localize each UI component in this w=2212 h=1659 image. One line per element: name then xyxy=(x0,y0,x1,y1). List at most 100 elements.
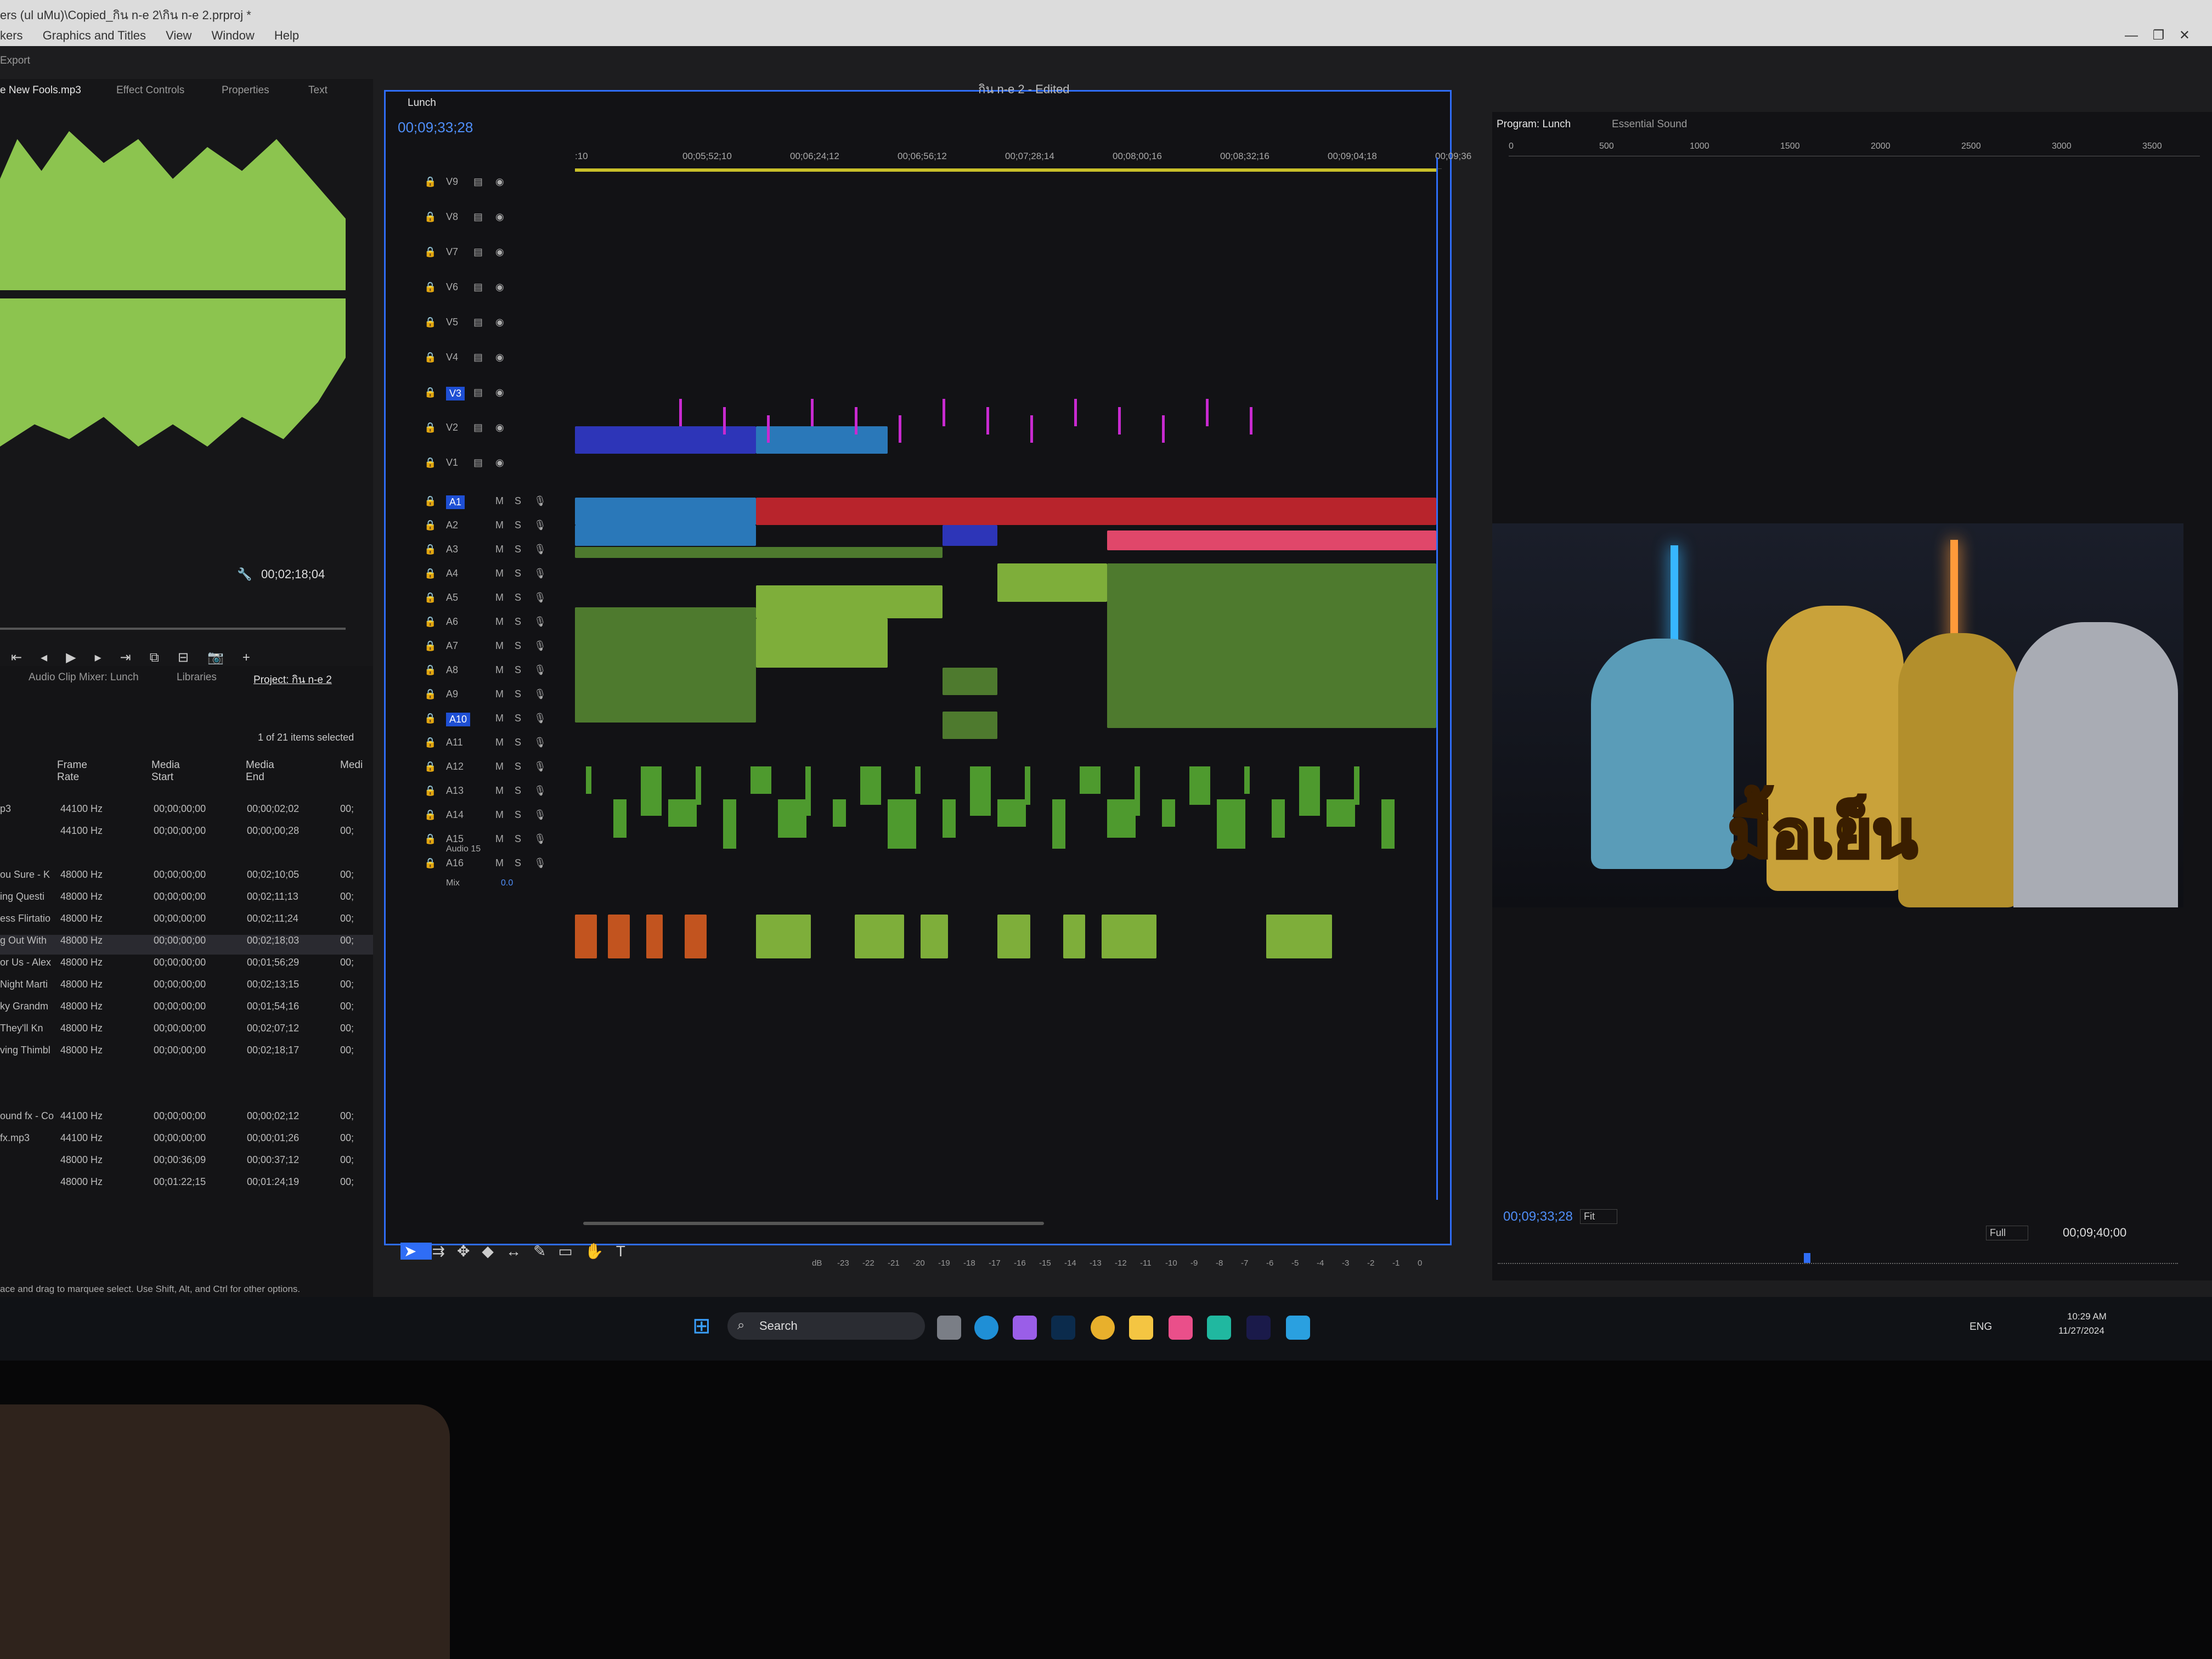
project-list-item[interactable]: p3 44100 Hz 00;00;00;00 00;00;02;02 00; xyxy=(0,803,373,823)
timeline-clip[interactable] xyxy=(668,799,697,827)
tab-essential-sound[interactable]: Essential Sound xyxy=(1612,119,1687,131)
project-list-item[interactable]: or Us - Alex 48000 Hz 00;00;00;00 00;01;56;… xyxy=(0,957,373,977)
export-tab[interactable]: Export xyxy=(0,55,30,67)
eye-icon[interactable]: ◉ xyxy=(495,281,504,293)
razor-tool-icon[interactable]: ◆ xyxy=(482,1243,506,1260)
project-list-item[interactable]: 48000 Hz 00;01:22;15 00;01:24;19 00; xyxy=(0,1176,373,1196)
eye-icon[interactable]: ◉ xyxy=(495,387,504,398)
timeline-clip[interactable] xyxy=(1299,766,1320,816)
timeline-clip[interactable] xyxy=(970,766,991,816)
timeline-clip[interactable] xyxy=(1381,799,1395,849)
insert-icon[interactable]: ⧉ xyxy=(150,650,178,665)
solo-button[interactable]: S xyxy=(515,664,521,676)
project-list-item[interactable]: 44100 Hz 00;00;00;00 00;00;00;28 00; xyxy=(0,825,373,845)
tab-properties[interactable]: Properties xyxy=(222,84,269,97)
type-tool-icon[interactable]: T xyxy=(616,1243,637,1260)
timeline-clip[interactable] xyxy=(1107,531,1436,550)
col-media-duration[interactable]: Medi xyxy=(340,759,363,771)
track-label[interactable]: V1 xyxy=(446,457,458,469)
timeline-clip[interactable] xyxy=(1063,915,1085,958)
lock-icon[interactable]: 🔒 xyxy=(424,737,436,748)
timeline-timecode[interactable]: 00;09;33;28 xyxy=(398,119,473,136)
overwrite-icon[interactable]: ⊟ xyxy=(178,650,207,665)
lock-icon[interactable]: 🔒 xyxy=(424,422,436,433)
hand-tool-icon[interactable]: ✋ xyxy=(585,1243,616,1260)
fit-dropdown[interactable]: Fit xyxy=(1580,1209,1617,1224)
track-label[interactable]: A15 xyxy=(446,833,464,845)
eye-icon[interactable]: ◉ xyxy=(495,246,504,258)
timeline-scrollbar[interactable] xyxy=(583,1222,1044,1225)
solo-button[interactable]: S xyxy=(515,495,521,507)
film-icon[interactable]: ▤ xyxy=(473,457,483,469)
timeline-clip[interactable] xyxy=(997,915,1030,958)
edge-icon[interactable] xyxy=(974,1316,998,1340)
resolution-dropdown[interactable]: Full xyxy=(1986,1226,2029,1240)
menu-graphics[interactable]: Graphics and Titles xyxy=(43,29,146,42)
lock-icon[interactable]: 🔒 xyxy=(424,640,436,652)
lock-icon[interactable]: 🔒 xyxy=(424,592,436,603)
track-label[interactable]: A14 xyxy=(446,809,464,821)
timeline-clip[interactable] xyxy=(805,766,811,816)
timeline-clip[interactable] xyxy=(756,618,888,668)
step-forward-icon[interactable]: ⇥ xyxy=(120,650,150,665)
track-select-icon[interactable]: ⇉ xyxy=(432,1243,456,1260)
mute-button[interactable]: M xyxy=(495,737,504,748)
timeline-clip[interactable] xyxy=(915,766,921,794)
solo-button[interactable]: S xyxy=(515,689,521,700)
project-list-item[interactable]: Night Marti 48000 Hz 00;00;00;00 00;02;13;1… xyxy=(0,979,373,998)
clock-date[interactable]: 11/27/2024 xyxy=(2058,1325,2104,1336)
mute-button[interactable]: M xyxy=(495,761,504,772)
timeline-clip[interactable] xyxy=(575,426,756,454)
lock-icon[interactable]: 🔒 xyxy=(424,457,436,469)
photoshop-icon[interactable] xyxy=(1051,1316,1075,1340)
mic-icon[interactable]: 🎙 xyxy=(534,640,546,652)
timeline-clip[interactable] xyxy=(997,563,1107,602)
play-icon[interactable]: ▶ xyxy=(66,650,94,665)
mic-icon[interactable]: 🎙 xyxy=(534,857,546,869)
project-list-item[interactable]: ky Grandm 48000 Hz 00;00;00;00 00;01;54;16 0… xyxy=(0,1001,373,1020)
mic-icon[interactable]: 🎙 xyxy=(534,616,546,628)
timeline-clip[interactable] xyxy=(921,915,948,958)
tab-program-lunch[interactable]: Program: Lunch xyxy=(1497,119,1571,131)
mic-icon[interactable]: 🎙 xyxy=(534,495,546,507)
tab-source-clip[interactable]: e New Fools.mp3 xyxy=(0,84,81,97)
menu-help[interactable]: Help xyxy=(274,29,299,42)
mic-icon[interactable]: 🎙 xyxy=(534,785,546,797)
track-label[interactable]: A3 xyxy=(446,544,458,555)
source-scrub-bar[interactable] xyxy=(0,628,346,630)
window-controls[interactable]: — ❐ ✕ xyxy=(2125,27,2190,43)
eye-icon[interactable]: ◉ xyxy=(495,317,504,328)
timeline-clip[interactable] xyxy=(1135,766,1140,816)
col-frame-rate[interactable]: Frame Rate xyxy=(57,759,87,783)
track-label[interactable]: A16 xyxy=(446,857,464,869)
project-list-item[interactable]: They'll Kn 48000 Hz 00;00;00;00 00;02;07;12… xyxy=(0,1023,373,1042)
timeline-clip[interactable] xyxy=(696,766,701,805)
timeline-clip[interactable] xyxy=(586,766,591,794)
track-label[interactable]: A6 xyxy=(446,616,458,628)
project-list-item[interactable]: ving Thimbl 48000 Hz 00;00;00;00 00;02;18;1… xyxy=(0,1045,373,1064)
mic-icon[interactable]: 🎙 xyxy=(534,520,546,531)
timeline-clip[interactable] xyxy=(943,525,997,546)
timeline-clip[interactable] xyxy=(1107,799,1136,838)
timeline-clip[interactable] xyxy=(575,607,756,723)
windows-start-icon[interactable]: ⊞ xyxy=(692,1313,711,1339)
timeline-clip[interactable] xyxy=(943,399,945,426)
lock-icon[interactable]: 🔒 xyxy=(424,809,436,821)
film-icon[interactable]: ▤ xyxy=(473,176,483,188)
mic-icon[interactable]: 🎙 xyxy=(534,833,546,845)
menu-view[interactable]: View xyxy=(166,29,191,42)
remote-desktop-icon[interactable] xyxy=(1286,1316,1310,1340)
timeline-clip[interactable] xyxy=(575,525,756,546)
program-timecode[interactable]: 00;09;33;28 xyxy=(1503,1209,1573,1224)
timeline-clip[interactable] xyxy=(641,766,662,816)
timeline-clip[interactable] xyxy=(1052,799,1065,849)
rectangle-tool-icon[interactable]: ▭ xyxy=(558,1243,584,1260)
lock-icon[interactable]: 🔒 xyxy=(424,761,436,772)
solo-button[interactable]: S xyxy=(515,785,521,797)
ripple-edit-icon[interactable]: ✥ xyxy=(457,1243,482,1260)
project-list-item[interactable]: ess Flirtatio 48000 Hz 00;00;00;00 00;02;11… xyxy=(0,913,373,933)
project-list-item[interactable]: fx.mp3 44100 Hz 00;00;00;00 00;00;01;26 00; xyxy=(0,1132,373,1152)
solo-button[interactable]: S xyxy=(515,568,521,579)
mute-button[interactable]: M xyxy=(495,520,504,531)
mic-icon[interactable]: 🎙 xyxy=(534,664,546,676)
